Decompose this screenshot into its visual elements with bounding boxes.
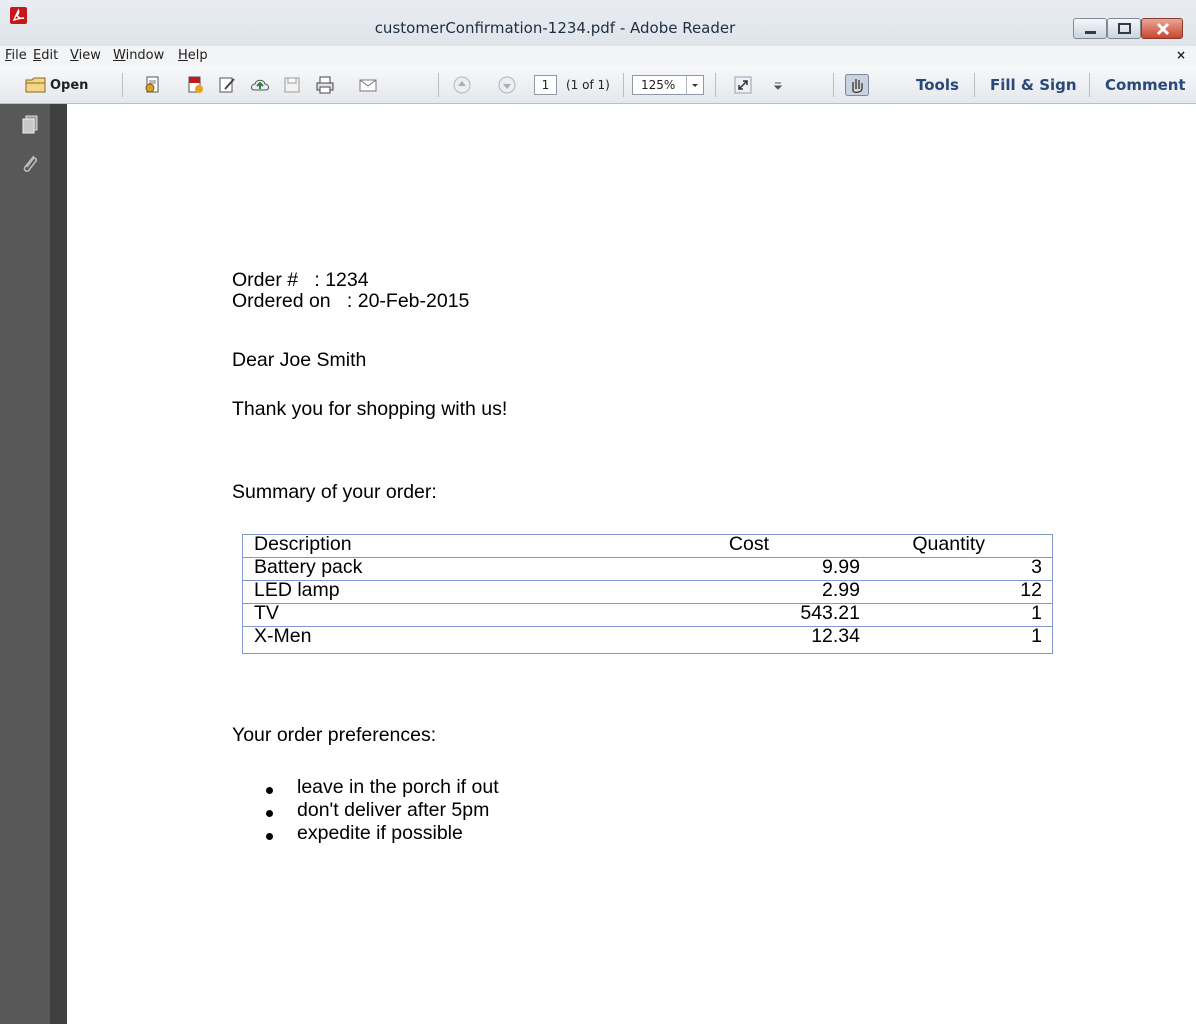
toolbar-separator	[833, 73, 834, 97]
menu-view[interactable]: View	[70, 48, 101, 64]
menu-edit[interactable]: Edit	[33, 48, 58, 64]
header-quantity: Quantity	[912, 533, 985, 555]
item-description: LED lamp	[254, 579, 340, 601]
minimize-icon	[1085, 31, 1096, 34]
header-description: Description	[254, 533, 352, 555]
item-quantity: 12	[1020, 579, 1042, 601]
item-cost: 9.99	[822, 556, 860, 578]
item-cost: 2.99	[822, 579, 860, 601]
greeting: Dear Joe Smith	[232, 349, 367, 371]
cloud-upload-icon[interactable]	[250, 75, 270, 95]
header-cost: Cost	[728, 533, 769, 555]
menu-bar: File Edit View Window Help ×	[0, 46, 1196, 66]
toolbar-options-icon[interactable]	[773, 75, 783, 95]
table-row: TV 543.21 1	[243, 602, 1052, 627]
order-number: Order # : 1234	[232, 269, 369, 291]
minimize-button[interactable]	[1073, 18, 1107, 39]
item-cost: 12.34	[811, 625, 860, 647]
folder-icon	[25, 77, 46, 93]
edit-pdf-icon[interactable]	[217, 75, 237, 95]
bullet-icon	[266, 810, 273, 817]
toolbar-separator	[122, 73, 123, 97]
item-quantity: 1	[1031, 602, 1042, 624]
toolbar-separator	[438, 73, 439, 97]
create-pdf-icon[interactable]	[143, 75, 163, 95]
full-screen-icon[interactable]	[733, 75, 753, 95]
title-bar: customerConfirmation-1234.pdf - Adobe Re…	[0, 0, 1196, 46]
window-title: customerConfirmation-1234.pdf - Adobe Re…	[374, 19, 736, 37]
menu-help[interactable]: Help	[178, 48, 208, 64]
item-cost: 543.21	[800, 602, 860, 624]
table-row: Battery pack 9.99 3	[243, 556, 1052, 581]
item-quantity: 3	[1031, 556, 1042, 578]
pdf-page: Order # : 1234 Ordered on : 20-Feb-2015 …	[67, 104, 1196, 1024]
bullet-icon	[266, 833, 273, 840]
table-row: LED lamp 2.99 12	[243, 579, 1052, 604]
next-page-icon[interactable]	[497, 75, 517, 95]
order-table: Description Cost Quantity Battery pack 9…	[242, 534, 1053, 654]
hand-tool-icon[interactable]	[845, 74, 869, 96]
email-icon[interactable]	[358, 75, 378, 95]
open-label: Open	[50, 77, 89, 93]
toolbar: Open 1 (1 of 1) 125% Tools Fill & Sign C…	[0, 66, 1196, 104]
maximize-button[interactable]	[1107, 18, 1141, 39]
table-row: X-Men 12.34 1	[243, 625, 1052, 649]
item-description: Battery pack	[254, 556, 363, 578]
toolbar-separator	[974, 73, 975, 97]
comment-button[interactable]: Comment	[1105, 76, 1186, 94]
ordered-on-date: Ordered on : 20-Feb-2015	[232, 290, 470, 312]
chevron-down-icon[interactable]	[686, 76, 703, 94]
save-icon[interactable]	[282, 75, 302, 95]
zoom-value: 125%	[641, 78, 676, 92]
list-item: don't deliver after 5pm	[297, 799, 490, 821]
page-number-input[interactable]: 1	[534, 75, 557, 95]
item-description: TV	[254, 602, 279, 624]
navigation-pane	[0, 104, 50, 1024]
menu-file[interactable]: File	[5, 48, 27, 64]
navigation-pane-divider[interactable]	[50, 104, 67, 1024]
toolbar-separator	[623, 73, 624, 97]
menu-window[interactable]: Window	[113, 48, 164, 64]
page-thumbnails-icon[interactable]	[20, 114, 40, 134]
close-document-icon[interactable]: ×	[1176, 48, 1186, 62]
bullet-icon	[266, 787, 273, 794]
toolbar-separator	[715, 73, 716, 97]
open-button[interactable]: Open	[25, 75, 88, 95]
fill-sign-button[interactable]: Fill & Sign	[990, 76, 1077, 94]
list-item: leave in the porch if out	[297, 776, 499, 798]
list-item: expedite if possible	[297, 822, 463, 844]
close-icon	[1156, 22, 1170, 36]
toolbar-separator	[1089, 73, 1090, 97]
item-description: X-Men	[254, 625, 312, 647]
export-pdf-icon[interactable]	[185, 75, 205, 95]
item-quantity: 1	[1031, 625, 1042, 647]
preferences-heading: Your order preferences:	[232, 724, 437, 746]
page-count: (1 of 1)	[566, 78, 610, 92]
close-button[interactable]	[1141, 18, 1183, 39]
tools-button[interactable]: Tools	[916, 76, 959, 94]
zoom-select[interactable]: 125%	[632, 75, 704, 95]
thank-you-message: Thank you for shopping with us!	[232, 398, 508, 420]
summary-heading: Summary of your order:	[232, 481, 437, 503]
maximize-icon	[1118, 23, 1131, 34]
previous-page-icon[interactable]	[452, 75, 472, 95]
attachments-icon[interactable]	[20, 152, 40, 176]
table-header-row: Description Cost Quantity	[243, 533, 1052, 558]
print-icon[interactable]	[315, 75, 335, 95]
